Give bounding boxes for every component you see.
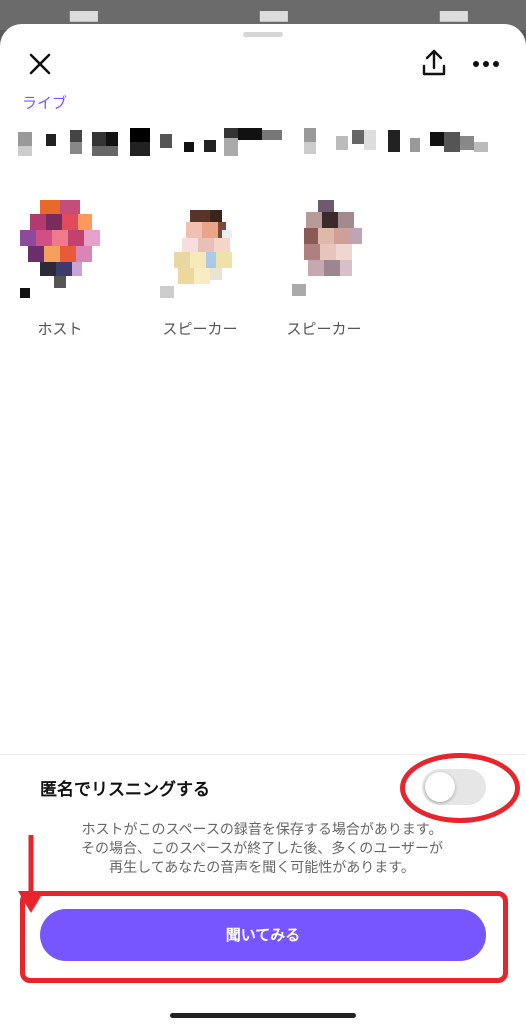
space-title-pixelated (18, 128, 488, 156)
participant-host[interactable]: ホスト (0, 200, 110, 350)
annotation-circle (400, 753, 520, 823)
home-indicator (170, 1013, 356, 1018)
participant-speaker[interactable]: スピーカー (140, 200, 250, 350)
participant-role: ホスト (37, 320, 83, 338)
participants-row: ホスト スピーカー スピーカー (0, 200, 526, 350)
avatar (20, 200, 100, 298)
avatar (160, 210, 232, 298)
recording-notice: ホストがこのスペースの録音を保存する場合があります。 その場合、このスペースが終… (22, 821, 502, 878)
notice-line: その場合、このスペースが終了した後、多くのユーザーが (80, 841, 444, 857)
participant-speaker[interactable]: スピーカー (264, 200, 374, 350)
avatar (292, 200, 362, 296)
space-sheet: ライブ ホスト スピーカー スピーカー 匿名でリスニングする ホストがこのスペー… (0, 24, 526, 1024)
sheet-grabber[interactable] (243, 32, 283, 37)
share-icon[interactable] (420, 48, 448, 78)
participant-role: スピーカー (286, 320, 362, 338)
notice-line: ホストがこのスペースの録音を保存する場合があります。 (81, 822, 443, 838)
listen-button[interactable]: 聞いてみる (40, 909, 486, 961)
live-label: ライブ (22, 94, 68, 112)
participant-role: スピーカー (162, 320, 238, 338)
close-icon[interactable] (26, 50, 54, 78)
listen-options-panel: 匿名でリスニングする ホストがこのスペースの録音を保存する場合があります。 その… (0, 753, 526, 1024)
anonymous-listen-label: 匿名でリスニングする (40, 780, 210, 800)
notice-line: 再生してあなたの音声を聞く可能性があります。 (109, 860, 415, 876)
more-icon[interactable] (470, 50, 502, 78)
